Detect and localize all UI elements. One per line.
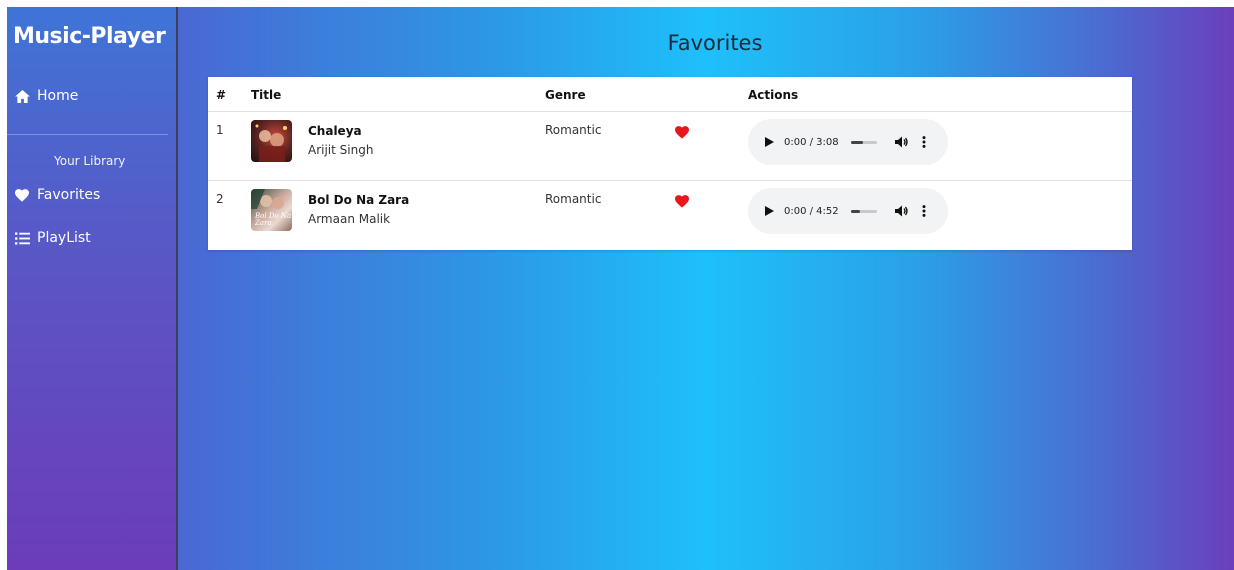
album-cover-text: Bol Do Na Zara [255, 212, 292, 227]
sidebar-item-favorites[interactable]: Favorites [14, 187, 100, 203]
heart-icon [675, 195, 689, 208]
volume-button[interactable] [894, 205, 908, 217]
favorites-table: # Title Genre Actions 1 Chaleya Arijit S… [208, 77, 1132, 250]
volume-icon [894, 205, 908, 217]
sidebar-item-home[interactable]: Home [14, 88, 78, 104]
row-number: 2 [216, 192, 224, 206]
seek-bar[interactable] [850, 140, 877, 144]
play-button[interactable] [765, 206, 775, 216]
play-icon [765, 206, 774, 216]
home-icon [14, 88, 30, 104]
song-artist: Armaan Malik [308, 212, 391, 226]
play-icon [765, 137, 774, 147]
more-options-button[interactable] [922, 136, 926, 148]
song-genre: Romantic [545, 192, 602, 206]
sidebar-item-label: PlayList [37, 230, 91, 246]
table-row: 2 Bol Do Na Zara Bol Do Na Zara Armaan M… [208, 181, 1132, 250]
favorite-toggle[interactable] [675, 193, 689, 208]
heart-icon [14, 187, 30, 203]
audio-player: 0:00 / 4:52 [748, 188, 948, 234]
volume-icon [894, 136, 908, 148]
list-icon [14, 230, 30, 246]
library-section-title: Your Library [54, 154, 126, 168]
favorite-toggle[interactable] [675, 124, 689, 139]
audio-time: 0:00 / 4:52 [784, 205, 839, 217]
seek-progress [850, 140, 863, 144]
audio-player: 0:00 / 3:08 [748, 119, 948, 165]
more-options-button[interactable] [922, 205, 926, 217]
sidebar: Music-Player Home Your Library Favorites [7, 7, 178, 570]
sidebar-item-playlist[interactable]: PlayList [14, 230, 91, 246]
album-cover [251, 120, 292, 162]
column-header-number: # [216, 88, 227, 102]
column-header-genre: Genre [545, 88, 586, 102]
seek-bar[interactable] [850, 209, 877, 213]
main-content: Favorites # Title Genre Actions 1 Chaley… [178, 7, 1234, 570]
sidebar-item-label: Home [37, 88, 79, 104]
seek-progress [850, 209, 860, 213]
song-genre: Romantic [545, 123, 602, 137]
volume-button[interactable] [894, 136, 908, 148]
row-number: 1 [216, 123, 224, 137]
table-header: # Title Genre Actions [208, 77, 1132, 112]
song-artist: Arijit Singh [308, 143, 374, 157]
column-header-title: Title [251, 88, 282, 102]
play-button[interactable] [765, 137, 775, 147]
more-vertical-icon [922, 205, 926, 217]
more-vertical-icon [922, 136, 926, 148]
table-row: 1 Chaleya Arijit Singh Romantic 0:00 / 3… [208, 112, 1132, 181]
sidebar-divider [7, 134, 168, 135]
app-frame: Music-Player Home Your Library Favorites [7, 7, 1234, 570]
page-title: Favorites [667, 31, 763, 55]
song-title: Chaleya [308, 124, 362, 138]
heart-icon [675, 126, 689, 139]
song-title: Bol Do Na Zara [308, 193, 410, 207]
brand-logo[interactable]: Music-Player [13, 24, 166, 49]
audio-time: 0:00 / 3:08 [784, 136, 839, 148]
sidebar-item-label: Favorites [37, 187, 101, 203]
album-cover: Bol Do Na Zara [251, 189, 292, 231]
column-header-actions: Actions [748, 88, 799, 102]
